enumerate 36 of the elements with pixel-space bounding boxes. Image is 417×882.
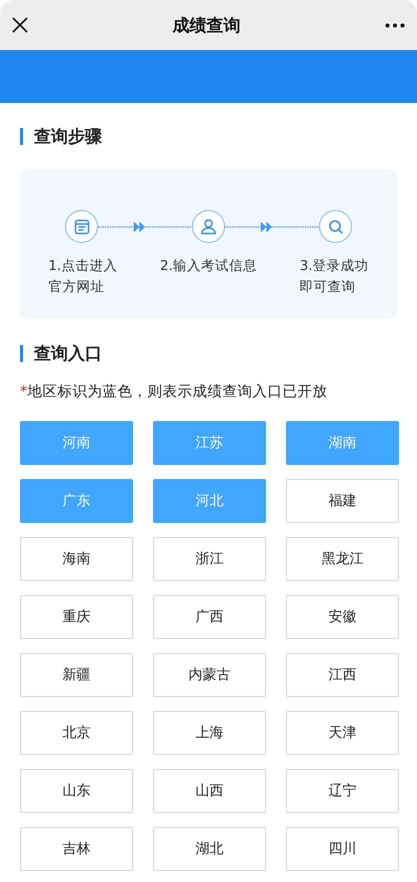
step-label: 1.点击进入 [48, 257, 118, 276]
step-label: 2.输入考试信息 [160, 257, 257, 276]
more-icon[interactable] [385, 22, 405, 28]
section-marker [20, 344, 23, 362]
search-icon [328, 218, 344, 234]
region-button[interactable]: 山东 [20, 769, 133, 813]
required-mark: * [20, 384, 28, 400]
section-title: 查询步骤 [34, 126, 102, 148]
region-button[interactable]: 内蒙古 [153, 653, 266, 697]
section-marker [20, 128, 23, 144]
region-button[interactable]: 天津 [286, 711, 399, 755]
page-title: 成绩查询 [172, 14, 240, 36]
region-button[interactable]: 山西 [153, 769, 266, 813]
region-button[interactable]: 安徽 [286, 595, 399, 639]
region-button[interactable]: 重庆 [20, 595, 133, 639]
region-button[interactable]: 北京 [20, 711, 133, 755]
region-button[interactable]: 海南 [20, 537, 133, 581]
region-button[interactable]: 江西 [286, 653, 399, 697]
region-button[interactable]: 辽宁 [286, 769, 399, 813]
region-button[interactable]: 四川 [286, 827, 399, 871]
region-button[interactable]: 新疆 [20, 653, 133, 697]
region-button[interactable]: 黑龙江 [286, 537, 399, 581]
step-label: 即可查询 [300, 278, 357, 297]
section-title: 查询入口 [34, 342, 102, 364]
close-icon[interactable] [12, 17, 28, 33]
region-button[interactable]: 广西 [153, 595, 266, 639]
region-button[interactable]: 福建 [286, 479, 399, 523]
step-label: 3.登录成功 [300, 257, 369, 276]
user-icon [200, 218, 217, 235]
region-button[interactable]: 上海 [153, 711, 266, 755]
region-button[interactable]: 吉林 [20, 827, 133, 871]
note-text: 地区标识为蓝色，则表示成绩查询入口已开放 [27, 383, 328, 401]
region-button[interactable]: 浙江 [153, 537, 266, 581]
region-button[interactable]: 湖北 [153, 827, 266, 871]
document-icon [74, 218, 90, 234]
step-label: 官方网址 [48, 278, 106, 297]
